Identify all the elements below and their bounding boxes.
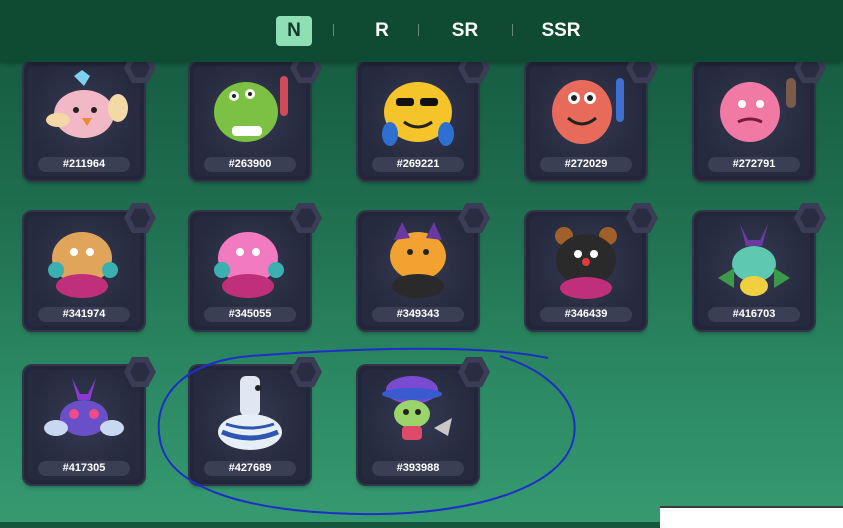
- creature-id-label: #393988: [372, 461, 464, 476]
- tab-divider: [512, 24, 513, 36]
- creature-id-label: #345055: [204, 307, 296, 322]
- creature-card[interactable]: #427689: [190, 356, 322, 484]
- tab-sr[interactable]: SR: [448, 16, 482, 46]
- rarity-tabs: N R SR SSR: [276, 16, 584, 46]
- porcelain-vase-bird-icon: [218, 376, 282, 450]
- tan-boxer-monster-icon: [48, 232, 118, 298]
- creature-id-label: #349343: [372, 307, 464, 322]
- red-spotted-monster-icon: [552, 78, 624, 144]
- tab-r[interactable]: R: [368, 16, 396, 46]
- tab-ssr[interactable]: SSR: [538, 16, 584, 46]
- pink-boxer-monster-icon: [214, 232, 284, 298]
- creature-card[interactable]: #269221: [358, 52, 490, 180]
- pink-bird-icon: [46, 70, 128, 138]
- creature-card[interactable]: #272029: [526, 52, 658, 180]
- yellow-sunglasses-monster-icon: [382, 82, 454, 146]
- creature-card[interactable]: #345055: [190, 202, 322, 330]
- creature-id-label: #272029: [540, 157, 632, 172]
- tab-divider: [333, 24, 334, 36]
- creature-id-label: #416703: [708, 307, 800, 322]
- pink-spiky-monster-icon: [720, 78, 796, 142]
- creature-grid: #211964 #263900 #269221 #272029 #272791 …: [0, 0, 843, 522]
- creature-card[interactable]: #349343: [358, 202, 490, 330]
- orange-cat-monster-icon: [390, 222, 446, 298]
- creature-card[interactable]: #417305: [24, 356, 156, 484]
- creature-card[interactable]: #393988: [358, 356, 490, 484]
- creature-id-label: #417305: [38, 461, 130, 476]
- tab-divider: [418, 24, 419, 36]
- creature-id-label: #272791: [708, 157, 800, 172]
- green-mushroom-hat-icon: [382, 376, 452, 440]
- bottom-panel-edge: [660, 506, 843, 528]
- purple-fly-icon: [44, 378, 124, 436]
- green-furry-monster-icon: [214, 76, 288, 142]
- teal-beetle-icon: [718, 224, 790, 296]
- creature-card[interactable]: #346439: [526, 202, 658, 330]
- creature-card[interactable]: #263900: [190, 52, 322, 180]
- creature-id-label: #269221: [372, 157, 464, 172]
- creature-card[interactable]: #341974: [24, 202, 156, 330]
- tab-n[interactable]: N: [276, 16, 312, 46]
- creature-id-label: #263900: [204, 157, 296, 172]
- creature-card[interactable]: #416703: [694, 202, 826, 330]
- creature-id-label: #346439: [540, 307, 632, 322]
- black-bear-monster-icon: [555, 227, 617, 299]
- creature-card[interactable]: #211964: [24, 52, 156, 180]
- rarity-tab-bar: N R SR SSR: [0, 0, 843, 62]
- creature-id-label: #211964: [38, 157, 130, 172]
- creature-card[interactable]: #272791: [694, 52, 826, 180]
- creature-id-label: #341974: [38, 307, 130, 322]
- creature-id-label: #427689: [204, 461, 296, 476]
